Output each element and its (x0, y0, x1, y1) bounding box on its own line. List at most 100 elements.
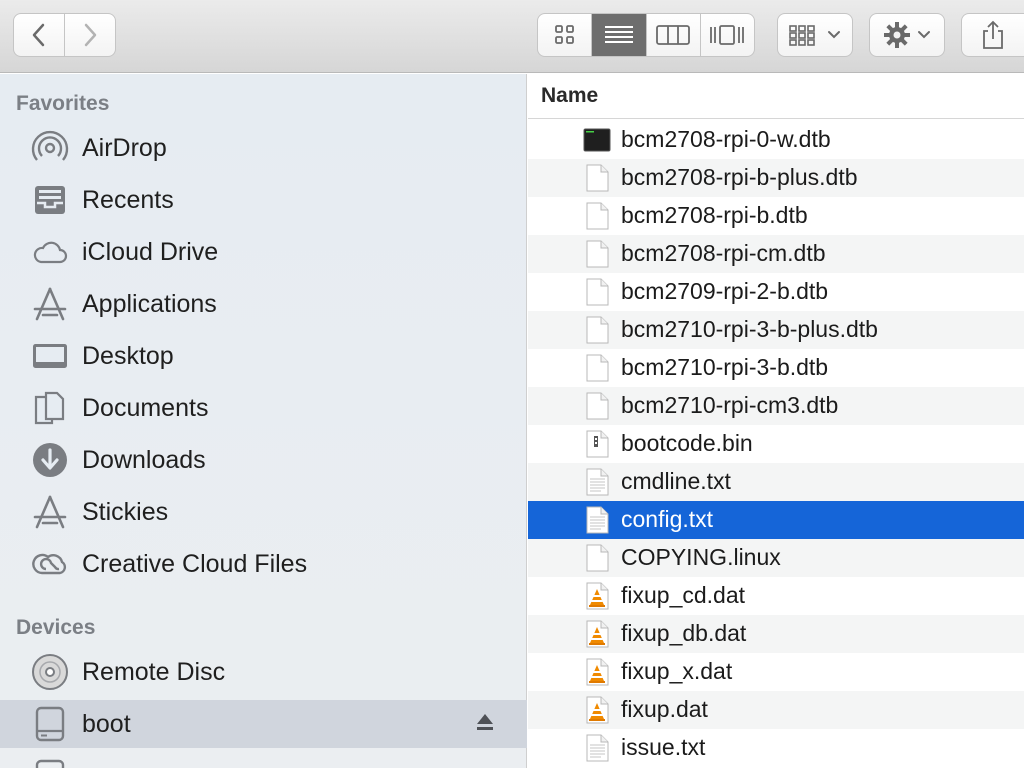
sidebar-item-stickies[interactable]: Stickies (0, 488, 527, 536)
documents-icon (31, 389, 69, 427)
file-name: fixup.dat (621, 696, 708, 722)
file-name: bootcode.bin (621, 430, 753, 456)
downloads-icon (31, 441, 69, 479)
text-file-icon (583, 734, 611, 762)
file-name: issue.txt (621, 734, 706, 760)
file-row[interactable]: bcm2710-rpi-cm3.dtb (528, 387, 1024, 425)
file-row[interactable]: bcm2710-rpi-3-b.dtb (528, 349, 1024, 387)
arrange-button[interactable] (777, 13, 853, 57)
view-mode-buttons (537, 13, 755, 57)
list-icon (604, 26, 633, 43)
file-name: bcm2708-rpi-cm.dtb (621, 240, 826, 266)
sidebar-item-airdrop[interactable]: AirDrop (0, 124, 527, 172)
sidebar-item-partial (0, 752, 527, 768)
sidebar-item-label: Downloads (82, 445, 206, 474)
vlc-file-icon (583, 620, 611, 648)
sidebar-item-label: Desktop (82, 341, 174, 370)
file-row[interactable]: bcm2708-rpi-b.dtb (528, 197, 1024, 235)
file-name: bcm2710-rpi-3-b.dtb (621, 354, 829, 380)
file-name: fixup_db.dat (621, 620, 747, 646)
sidebar-item-downloads[interactable]: Downloads (0, 436, 527, 484)
navigation-buttons (13, 13, 116, 57)
eject-icon[interactable] (475, 712, 495, 737)
sidebar-item-label: Documents (82, 393, 209, 422)
sidebar-item-applications[interactable]: Applications (0, 280, 527, 328)
disc-icon (31, 653, 69, 691)
sidebar-item-desktop[interactable]: Desktop (0, 332, 527, 380)
airdrop-icon (31, 129, 69, 167)
gear-icon (884, 22, 910, 48)
binary-file-icon (583, 430, 611, 458)
desktop-icon (31, 337, 69, 375)
file-row[interactable]: bcm2710-rpi-3-b-plus.dtb (528, 311, 1024, 349)
file-row[interactable]: bcm2708-rpi-0-w.dtb (528, 121, 1024, 159)
coverflow-icon (710, 25, 745, 45)
sidebar-item-label: boot (82, 709, 131, 738)
toolbar (0, 0, 1024, 73)
file-list: Name bcm2708-rpi-0-w.dtb bcm2708-rpi-b-pl… (528, 74, 1024, 768)
sidebar-item-icloud-drive[interactable]: iCloud Drive (0, 228, 527, 276)
file-row[interactable]: bcm2709-rpi-2-b.dtb (528, 273, 1024, 311)
share-button[interactable] (961, 13, 1024, 57)
gallery-view-button[interactable] (699, 14, 754, 56)
blank-file-icon (583, 544, 611, 572)
file-row[interactable]: fixup_cd.dat (528, 577, 1024, 615)
file-name: cmdline.txt (621, 468, 731, 494)
vlc-file-icon (583, 582, 611, 610)
sidebar-item-recents[interactable]: Recents (0, 176, 527, 224)
file-row[interactable]: cmdline.txt (528, 463, 1024, 501)
sidebar-item-label: AirDrop (82, 133, 167, 162)
grid-icon (554, 25, 574, 44)
file-row[interactable]: fixup.dat (528, 691, 1024, 729)
file-name: bcm2709-rpi-2-b.dtb (621, 278, 829, 304)
file-row[interactable]: bootcode.bin (528, 425, 1024, 463)
column-header-label: Name (541, 84, 599, 107)
blank-file-icon (583, 316, 611, 344)
icon-view-button[interactable] (538, 14, 591, 56)
file-row[interactable]: bcm2708-rpi-cm.dtb (528, 235, 1024, 273)
chevron-right-icon (84, 23, 97, 47)
sidebar-item-label: Recents (82, 185, 174, 214)
sidebar-item-documents[interactable]: Documents (0, 384, 527, 432)
file-row[interactable]: bcm2708-rpi-b-plus.dtb (528, 159, 1024, 197)
sidebar-item-creative-cloud-files[interactable]: Creative Cloud Files (0, 540, 527, 588)
chevron-down-icon (828, 31, 840, 39)
column-header-name[interactable]: Name (528, 74, 1024, 119)
blank-file-icon (583, 164, 611, 192)
forward-button[interactable] (64, 14, 115, 56)
chevron-down-icon (918, 31, 930, 39)
file-row[interactable]: fixup_db.dat (528, 615, 1024, 653)
columns-icon (656, 25, 691, 45)
chevron-left-icon (32, 23, 45, 47)
section-title-favorites: Favorites (16, 92, 110, 115)
column-view-button[interactable] (645, 14, 700, 56)
recents-icon (31, 181, 69, 219)
applications-icon (31, 493, 69, 531)
share-icon (983, 20, 1003, 49)
file-row[interactable]: fixup_x.dat (528, 653, 1024, 691)
applications-icon (31, 285, 69, 323)
file-row[interactable]: config.txt (528, 501, 1024, 539)
vlc-file-icon (583, 658, 611, 686)
terminal-file-icon (583, 126, 611, 154)
file-name: fixup_x.dat (621, 658, 733, 684)
file-name: bcm2708-rpi-b.dtb (621, 202, 808, 228)
file-name: config.txt (621, 506, 714, 532)
action-button[interactable] (869, 13, 945, 57)
text-file-icon (583, 468, 611, 496)
sidebar-item-boot[interactable]: boot (0, 700, 527, 748)
back-button[interactable] (14, 14, 64, 56)
file-row[interactable]: issue.txt (528, 729, 1024, 767)
file-row[interactable]: COPYING.linux (528, 539, 1024, 577)
blank-file-icon (583, 392, 611, 420)
sidebar-item-label: Applications (82, 289, 217, 318)
creative-cloud-icon (31, 545, 69, 583)
vlc-file-icon (583, 696, 611, 724)
drive-icon (31, 705, 69, 743)
section-title-devices: Devices (16, 616, 96, 639)
blank-file-icon (583, 240, 611, 268)
sidebar-item-label: Stickies (82, 497, 169, 526)
sidebar-item-remote-disc[interactable]: Remote Disc (0, 648, 527, 696)
text-file-icon (583, 506, 611, 534)
list-view-button[interactable] (591, 14, 646, 56)
